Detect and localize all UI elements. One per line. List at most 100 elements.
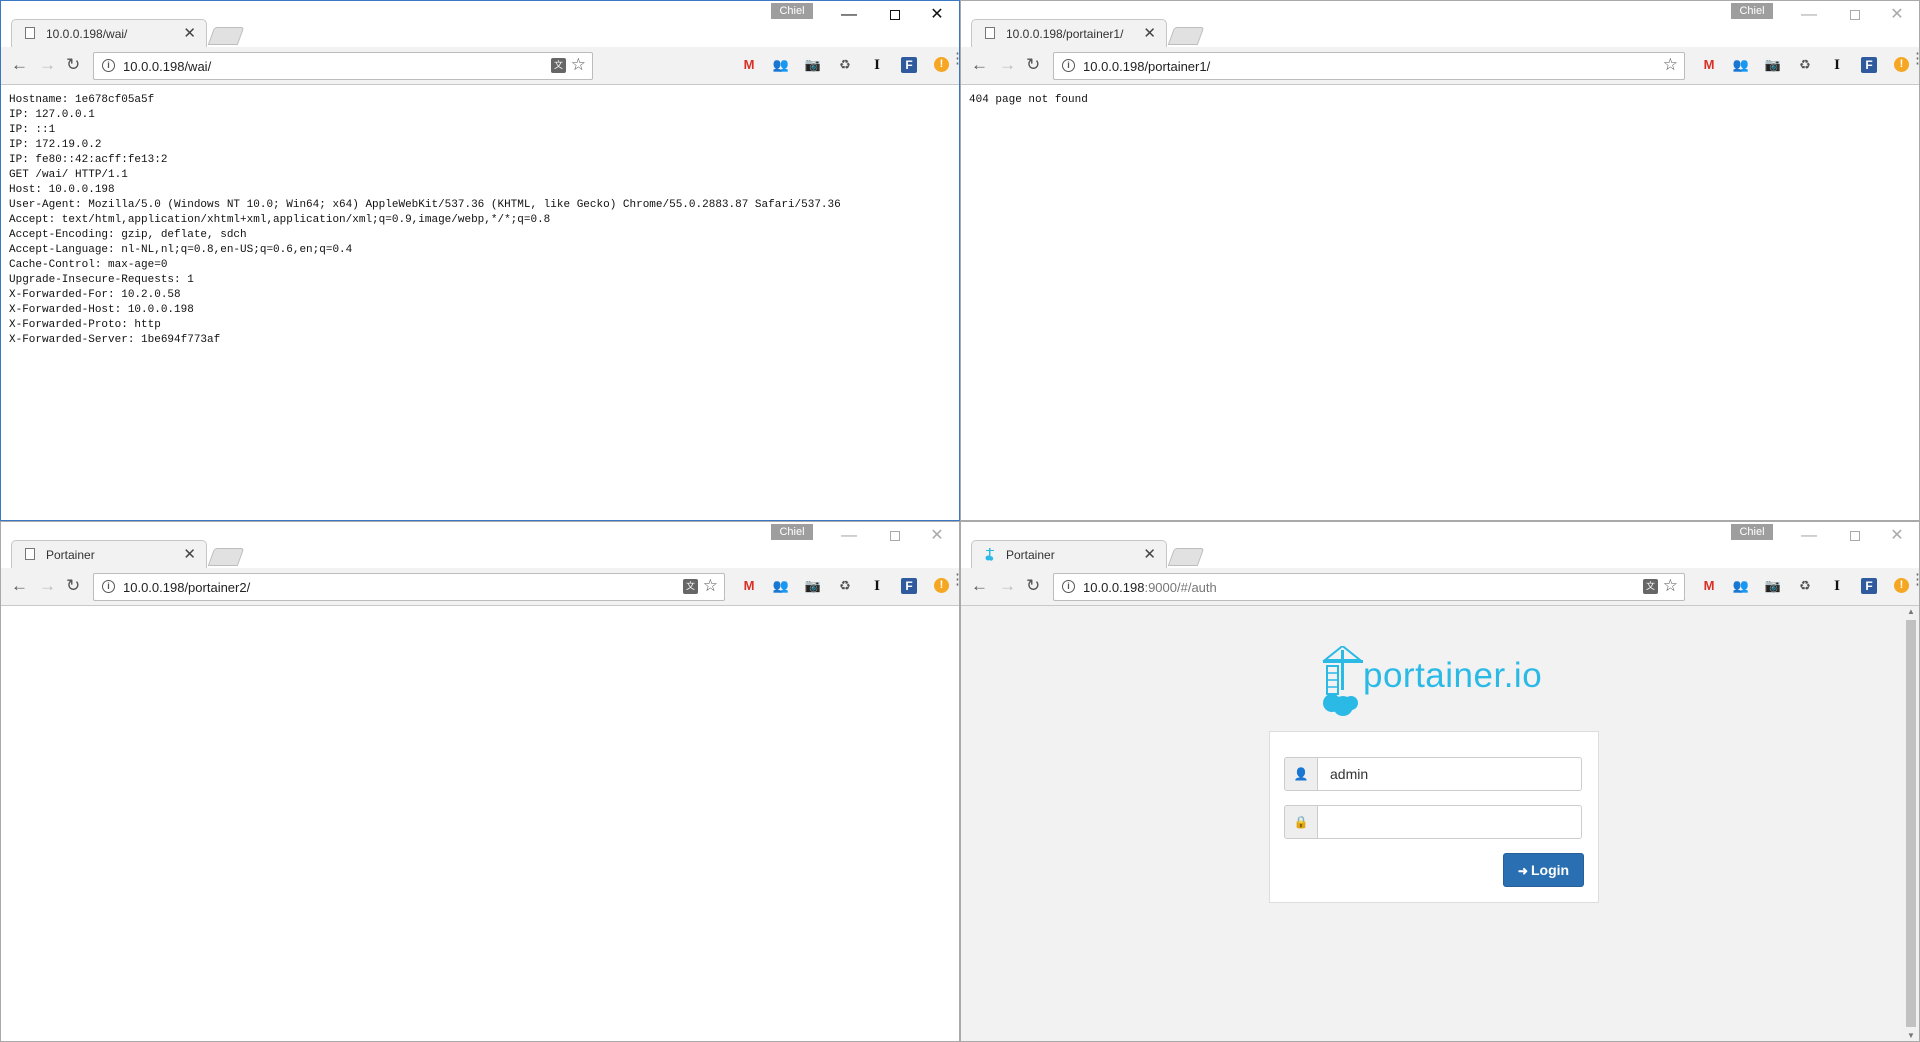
alert-extension-icon[interactable]: ! <box>1894 57 1909 72</box>
title-bar[interactable]: Portainer ✕ Chiel — ✕ <box>961 522 1919 568</box>
new-tab-button[interactable] <box>1167 27 1205 45</box>
forward-button[interactable]: → <box>999 56 1016 74</box>
profile-badge[interactable]: Chiel <box>1731 524 1773 540</box>
login-button[interactable]: ➜ Login <box>1503 853 1584 887</box>
gmail-extension-icon[interactable]: M <box>740 56 758 74</box>
password-input[interactable] <box>1317 805 1582 839</box>
bookmark-star-icon[interactable]: ☆ <box>703 577 718 595</box>
address-bar[interactable]: i 10.0.0.198/wai/ 文 ☆ <box>93 52 593 80</box>
text-extension-icon[interactable]: I <box>1828 577 1846 595</box>
scrollbar-thumb[interactable] <box>1906 620 1916 1027</box>
back-button[interactable]: ← <box>971 56 988 74</box>
translate-icon[interactable]: 文 <box>683 579 698 594</box>
forward-button[interactable]: → <box>999 577 1016 595</box>
maximize-button[interactable] <box>877 4 913 28</box>
camera-extension-icon[interactable]: 📷 <box>1764 577 1782 595</box>
new-tab-button[interactable] <box>1167 548 1205 566</box>
tab-close-icon[interactable]: ✕ <box>183 24 196 42</box>
tab-wai[interactable]: 10.0.0.198/wai/ ✕ <box>11 19 207 47</box>
gmail-extension-icon[interactable]: M <box>740 577 758 595</box>
translate-icon[interactable]: 文 <box>1643 579 1658 594</box>
reload-button[interactable]: ↻ <box>66 56 80 74</box>
url-text[interactable]: 10.0.0.198/portainer1/ <box>1083 59 1210 74</box>
address-bar[interactable]: i 10.0.0.198/portainer2/ 文 ☆ <box>93 573 725 601</box>
tab-portainer1[interactable]: 10.0.0.198/portainer1/ ✕ <box>971 19 1167 47</box>
tab-close-icon[interactable]: ✕ <box>183 545 196 563</box>
title-bar[interactable]: 10.0.0.198/wai/ ✕ Chiel — ✕ <box>1 1 959 47</box>
minimize-button[interactable]: — <box>1791 4 1827 28</box>
back-button[interactable]: ← <box>971 577 988 595</box>
info-icon[interactable]: i <box>102 580 115 593</box>
url-text[interactable]: 10.0.0.198:9000/#/auth <box>1083 580 1217 595</box>
people-extension-icon[interactable]: 👥 <box>772 577 790 595</box>
title-bar[interactable]: Portainer ✕ Chiel — ✕ <box>1 522 959 568</box>
maximize-button[interactable] <box>1837 4 1873 28</box>
recycle-extension-icon[interactable]: ♻ <box>1796 577 1814 595</box>
info-icon[interactable]: i <box>1062 59 1075 72</box>
close-window-button[interactable]: ✕ <box>1879 4 1915 28</box>
vertical-scrollbar[interactable]: ▲ ▼ <box>1903 606 1919 1041</box>
profile-badge[interactable]: Chiel <box>771 3 813 19</box>
camera-extension-icon[interactable]: 📷 <box>804 56 822 74</box>
tab-portainer2[interactable]: Portainer ✕ <box>11 540 207 568</box>
f-extension-icon[interactable]: F <box>1861 578 1877 594</box>
close-window-button[interactable]: ✕ <box>1879 525 1915 549</box>
title-bar[interactable]: 10.0.0.198/portainer1/ ✕ Chiel — ✕ <box>961 1 1919 47</box>
minimize-button[interactable]: — <box>1791 525 1827 549</box>
chrome-menu-icon[interactable]: ⋮ <box>1910 572 1919 595</box>
new-tab-button[interactable] <box>207 27 245 45</box>
reload-button[interactable]: ↻ <box>1026 577 1040 595</box>
reload-button[interactable]: ↻ <box>66 577 80 595</box>
gmail-extension-icon[interactable]: M <box>1700 577 1718 595</box>
chrome-menu-icon[interactable]: ⋮ <box>1910 51 1919 74</box>
url-text[interactable]: 10.0.0.198/wai/ <box>123 59 211 74</box>
bookmark-star-icon[interactable]: ☆ <box>1663 577 1678 595</box>
camera-extension-icon[interactable]: 📷 <box>1764 56 1782 74</box>
minimize-button[interactable]: — <box>831 525 867 549</box>
address-bar[interactable]: i 10.0.0.198/portainer1/ ☆ <box>1053 52 1685 80</box>
forward-button[interactable]: → <box>39 577 56 595</box>
chrome-menu-icon[interactable]: ⋮ <box>950 51 959 74</box>
maximize-button[interactable] <box>1837 525 1873 549</box>
minimize-button[interactable]: — <box>831 4 867 28</box>
back-button[interactable]: ← <box>11 577 28 595</box>
people-extension-icon[interactable]: 👥 <box>1732 56 1750 74</box>
url-text[interactable]: 10.0.0.198/portainer2/ <box>123 580 250 595</box>
recycle-extension-icon[interactable]: ♻ <box>1796 56 1814 74</box>
f-extension-icon[interactable]: F <box>901 57 917 73</box>
close-window-button[interactable]: ✕ <box>919 4 955 28</box>
close-window-button[interactable]: ✕ <box>919 525 955 549</box>
people-extension-icon[interactable]: 👥 <box>772 56 790 74</box>
text-extension-icon[interactable]: I <box>1828 56 1846 74</box>
scroll-down-arrow-icon[interactable]: ▼ <box>1903 1031 1919 1040</box>
recycle-extension-icon[interactable]: ♻ <box>836 577 854 595</box>
forward-button[interactable]: → <box>39 56 56 74</box>
camera-extension-icon[interactable]: 📷 <box>804 577 822 595</box>
address-bar[interactable]: i 10.0.0.198:9000/#/auth 文 ☆ <box>1053 573 1685 601</box>
back-button[interactable]: ← <box>11 56 28 74</box>
tab-portainer-auth[interactable]: Portainer ✕ <box>971 540 1167 568</box>
profile-badge[interactable]: Chiel <box>1731 3 1773 19</box>
text-extension-icon[interactable]: I <box>868 577 886 595</box>
bookmark-star-icon[interactable]: ☆ <box>571 56 586 74</box>
f-extension-icon[interactable]: F <box>901 578 917 594</box>
username-input[interactable] <box>1317 757 1582 791</box>
gmail-extension-icon[interactable]: M <box>1700 56 1718 74</box>
info-icon[interactable]: i <box>102 59 115 72</box>
translate-icon[interactable]: 文 <box>551 58 566 73</box>
new-tab-button[interactable] <box>207 548 245 566</box>
text-extension-icon[interactable]: I <box>868 56 886 74</box>
maximize-button[interactable] <box>877 525 913 549</box>
people-extension-icon[interactable]: 👥 <box>1732 577 1750 595</box>
alert-extension-icon[interactable]: ! <box>1894 578 1909 593</box>
f-extension-icon[interactable]: F <box>1861 57 1877 73</box>
chrome-menu-icon[interactable]: ⋮ <box>950 572 959 595</box>
tab-close-icon[interactable]: ✕ <box>1143 24 1156 42</box>
recycle-extension-icon[interactable]: ♻ <box>836 56 854 74</box>
tab-close-icon[interactable]: ✕ <box>1143 545 1156 563</box>
alert-extension-icon[interactable]: ! <box>934 57 949 72</box>
info-icon[interactable]: i <box>1062 580 1075 593</box>
profile-badge[interactable]: Chiel <box>771 524 813 540</box>
alert-extension-icon[interactable]: ! <box>934 578 949 593</box>
reload-button[interactable]: ↻ <box>1026 56 1040 74</box>
